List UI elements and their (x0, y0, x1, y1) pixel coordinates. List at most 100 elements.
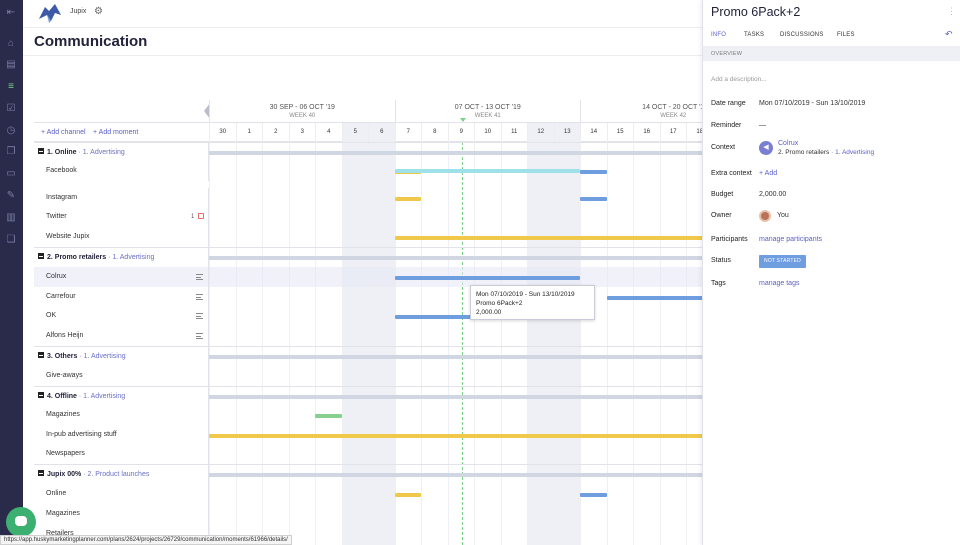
channel-row[interactable]: Magazines (34, 504, 703, 524)
row-label[interactable]: 3. Others · 1. Advertising (38, 347, 198, 367)
row-label[interactable]: Give-aways (46, 366, 206, 386)
channel-row[interactable]: Carrefour (34, 287, 703, 307)
channel-row[interactable]: Magazines (34, 405, 703, 425)
row-label[interactable]: Website Jupix (46, 227, 206, 247)
husky-logo-icon[interactable] (37, 1, 63, 25)
manage-tags-link[interactable]: manage tags (759, 280, 799, 287)
day-cell: 6 (368, 123, 395, 142)
tab-tasks[interactable]: TASKS (744, 32, 764, 38)
moment-bar[interactable] (580, 493, 607, 497)
row-label[interactable]: OK (46, 306, 206, 326)
channel-row[interactable]: Twitter 1 (34, 207, 703, 227)
channel-row[interactable]: Instagram (34, 188, 703, 208)
divider (23, 55, 703, 56)
channel-row[interactable]: Newspapers (34, 444, 703, 464)
org-name[interactable]: Jupix (70, 8, 86, 15)
row-label[interactable]: Alfons Heijn (46, 326, 206, 346)
row-label[interactable]: Newspapers (46, 444, 206, 464)
add-extra-context-button[interactable]: + Add (759, 170, 777, 177)
collapse-icon[interactable] (38, 148, 44, 154)
channel-row[interactable]: In-pub advertising stuff (34, 425, 703, 445)
panel-tabs: INFO TASKS DISCUSSIONS FILES (703, 28, 960, 46)
row-label[interactable]: Magazines (46, 504, 206, 524)
list-icon[interactable] (196, 294, 203, 300)
moment-bar[interactable] (394, 169, 580, 173)
gear-icon[interactable]: ⚙ (94, 6, 103, 17)
tooltip-name: Promo 6Pack+2 (476, 300, 523, 307)
tab-discussions[interactable]: DISCUSSIONS (780, 32, 824, 38)
moment-bar[interactable] (580, 170, 607, 174)
collapse-icon[interactable] (38, 253, 44, 259)
group-row[interactable]: 4. Offline · 1. Advertising (34, 386, 703, 407)
back-arrow-icon[interactable]: ↶ (945, 29, 953, 40)
manage-participants-link[interactable]: manage participants (759, 236, 822, 243)
collapse-icon[interactable] (38, 470, 44, 476)
week-number: WEEK 41 (474, 113, 501, 119)
add-channel-button[interactable]: + Add channel (41, 129, 86, 136)
list-icon[interactable] (196, 313, 203, 319)
moment-bar[interactable] (580, 197, 607, 201)
channel-row[interactable]: Alfons Heijn (34, 326, 703, 346)
row-label[interactable]: 1. Online · 1. Advertising (38, 143, 198, 163)
row-label[interactable]: Twitter (46, 207, 206, 227)
collapse-nav-icon[interactable]: ⇤ (5, 7, 17, 19)
channel-row[interactable]: OK (34, 306, 703, 326)
moment-bar[interactable] (394, 493, 421, 497)
channel-row[interactable]: Online (34, 484, 703, 504)
more-options-icon[interactable]: ⋮ (947, 6, 956, 17)
row-label[interactable]: Instagram (46, 188, 206, 208)
collapse-icon[interactable] (38, 392, 44, 398)
files-icon[interactable]: ❐ (5, 146, 17, 158)
timeline-icon[interactable]: ≡ (5, 81, 17, 93)
date-range-value[interactable]: Mon 07/10/2019 - Sun 13/10/2019 (759, 100, 865, 107)
group-row[interactable]: Jupix 00% · 2. Product launches (34, 464, 703, 485)
group-row[interactable]: 3. Others · 1. Advertising (34, 346, 703, 367)
building-icon[interactable]: ▥ (5, 212, 17, 224)
row-label[interactable]: Carrefour (46, 287, 206, 307)
channel-row[interactable]: Colrux (34, 267, 703, 287)
status-badge[interactable]: NOT STARTED (759, 255, 806, 268)
home-icon[interactable]: ⌂ (5, 38, 17, 50)
tab-info[interactable]: INFO (711, 32, 726, 38)
add-moment-button[interactable]: + Add moment (93, 129, 138, 136)
group-row[interactable]: 1. Online · 1. Advertising (34, 142, 703, 163)
document-icon[interactable]: ▤ (5, 59, 17, 71)
checklist-icon[interactable]: ☑ (5, 103, 17, 115)
row-label[interactable]: Colrux (46, 267, 206, 287)
comment-icon[interactable] (198, 213, 204, 219)
budget-value[interactable]: 2,000.00 (759, 191, 786, 198)
status-label: Status (711, 257, 731, 264)
edit-icon[interactable]: ✎ (5, 190, 17, 202)
moment-bar[interactable] (315, 414, 342, 418)
channel-row[interactable]: Give-aways (34, 366, 703, 386)
reminder-value[interactable]: — (759, 122, 766, 129)
channel-row[interactable]: Website Jupix (34, 227, 703, 247)
owner-value[interactable]: You (777, 212, 789, 219)
clock-icon[interactable]: ◷ (5, 125, 17, 137)
row-label[interactable]: Jupix 00% · 2. Product launches (38, 465, 198, 485)
extra-context-label: Extra context (711, 170, 752, 177)
moment-bar[interactable] (394, 315, 474, 319)
context-name-link[interactable]: Colrux (778, 140, 798, 147)
moment-bar[interactable] (394, 276, 580, 280)
group-row[interactable]: 2. Promo retailers · 1. Advertising (34, 247, 703, 268)
moment-bar[interactable] (209, 434, 703, 438)
copy-icon[interactable]: ❏ (5, 234, 17, 246)
channel-row[interactable]: Facebook (34, 161, 703, 181)
monitor-icon[interactable]: ▭ (5, 168, 17, 180)
collapse-icon[interactable] (38, 352, 44, 358)
moment-bar[interactable] (394, 236, 703, 240)
row-label[interactable]: 2. Promo retailers · 1. Advertising (38, 248, 198, 268)
tab-files[interactable]: FILES (837, 32, 855, 38)
moment-bar[interactable] (394, 197, 421, 201)
list-icon[interactable] (196, 333, 203, 339)
row-label[interactable]: Online (46, 484, 206, 504)
row-label[interactable]: Magazines (46, 405, 206, 425)
row-label[interactable]: Facebook (46, 161, 206, 181)
row-label[interactable]: In-pub advertising stuff (46, 425, 206, 445)
description-field[interactable]: Add a description... (711, 76, 767, 83)
row-label[interactable]: 4. Offline · 1. Advertising (38, 387, 198, 407)
chat-icon[interactable] (6, 507, 36, 537)
list-icon[interactable] (196, 274, 203, 280)
moment-bar[interactable] (606, 296, 703, 300)
